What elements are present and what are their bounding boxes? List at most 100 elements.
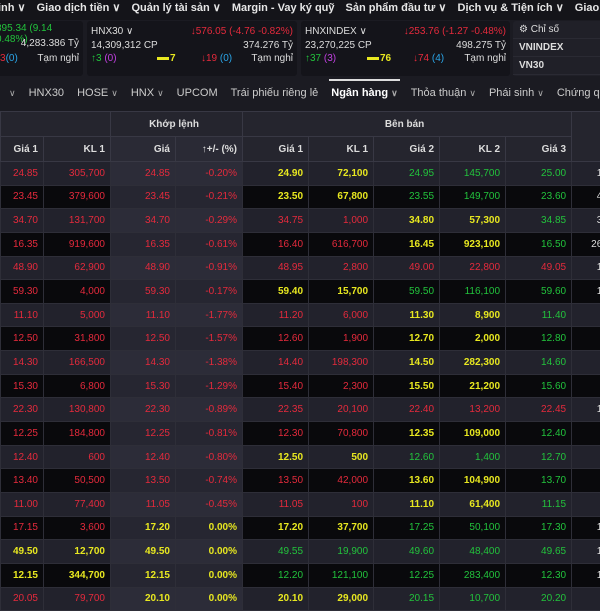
- cell: 11.15: [506, 492, 572, 516]
- cell: 10,700: [440, 587, 506, 611]
- index-name[interactable]: HNX30 ∨: [91, 26, 133, 37]
- cell: 24.85: [111, 162, 176, 186]
- table-row[interactable]: 23.45379,60023.45-0.21%23.5067,80023.551…: [1, 185, 600, 209]
- cell: 34.75: [243, 209, 309, 233]
- cell: 11.10: [1, 303, 44, 327]
- table-row[interactable]: 59.304,00059.30-0.17%59.4015,70059.50116…: [1, 280, 600, 304]
- table-row[interactable]: 16.35919,60016.35-0.61%16.40616,70016.45…: [1, 232, 600, 256]
- cell: [572, 327, 600, 351]
- index-option-vn30[interactable]: VN30: [513, 57, 600, 75]
- table-row[interactable]: 12.25184,80012.25-0.81%12.3070,80012.351…: [1, 422, 600, 446]
- cell: 15.30: [1, 374, 44, 398]
- tab-more[interactable]: ∨: [6, 79, 16, 108]
- table-row[interactable]: 11.0077,40011.05-0.45%11.0510011.1061,40…: [1, 492, 600, 516]
- tab-label: HNX: [131, 87, 154, 99]
- menu-item[interactable]: inh ∨: [0, 0, 26, 16]
- cell: 12.25: [374, 563, 440, 587]
- column-header[interactable]: Giá 3: [506, 137, 572, 162]
- cell: 130,800: [44, 398, 111, 422]
- tab-hose[interactable]: HOSE∨: [77, 79, 118, 108]
- cell: 500: [309, 445, 374, 469]
- index-option-vnindex[interactable]: VNINDEX: [513, 39, 600, 57]
- cell: 12.15: [1, 563, 44, 587]
- menu-item[interactable]: Giao dịch tiền ∨: [37, 0, 121, 16]
- index-panel-hnx30[interactable]: HNX30 ∨ ↓576.05 (-4.76 -0.82%) 14,309,31…: [87, 21, 297, 76]
- group-header-buy: [1, 112, 111, 137]
- column-header[interactable]: KL 1: [44, 137, 111, 162]
- column-header[interactable]: KL 2: [440, 137, 506, 162]
- tab-thỏa-thuận[interactable]: Thỏa thuận∨: [411, 79, 476, 108]
- cell: 72,100: [309, 162, 374, 186]
- cell: 0.00%: [176, 563, 243, 587]
- chevron-down-icon: ∨: [9, 88, 16, 98]
- cell: 13.70: [506, 469, 572, 493]
- menu-item[interactable]: Giao diện của tôi: [575, 0, 600, 16]
- cell: 1,: [572, 516, 600, 540]
- cell: 42,000: [309, 469, 374, 493]
- column-header[interactable]: Giá: [111, 137, 176, 162]
- table-row[interactable]: 24.85305,70024.85-0.20%24.9072,10024.951…: [1, 162, 600, 186]
- tab-chứng-quyề[interactable]: Chứng quyề: [557, 79, 600, 108]
- down-count: ↓74: [413, 53, 429, 64]
- index-name[interactable]: HNXINDEX ∨: [305, 26, 367, 37]
- cell: -0.80%: [176, 445, 243, 469]
- ref-count: 7: [170, 53, 176, 64]
- cell: 11.05: [111, 492, 176, 516]
- tab-phái-sinh[interactable]: Phái sinh∨: [489, 79, 544, 108]
- column-header[interactable]: Giá 1: [243, 137, 309, 162]
- cell: -0.20%: [176, 162, 243, 186]
- table-row[interactable]: 11.105,00011.10-1.77%11.206,00011.308,90…: [1, 303, 600, 327]
- cell: 11.00: [1, 492, 44, 516]
- column-header[interactable]: KL 1: [309, 137, 374, 162]
- tab-hnx30[interactable]: HNX30: [29, 79, 64, 108]
- table-row[interactable]: 22.30130,80022.30-0.89%22.3520,10022.401…: [1, 398, 600, 422]
- table-row[interactable]: 20.0579,70020.100.00%20.1029,00020.1510,…: [1, 587, 600, 611]
- cell: 20.15: [374, 587, 440, 611]
- cell: 3,600: [44, 516, 111, 540]
- menu-item[interactable]: Sản phẩm đầu tư ∨: [346, 0, 447, 16]
- table-row[interactable]: 49.5012,70049.500.00%49.5519,90049.6048,…: [1, 540, 600, 564]
- cell: 1,400: [440, 445, 506, 469]
- table-row[interactable]: 34.70131,70034.70-0.29%34.751,00034.8057…: [1, 209, 600, 233]
- cell: 12.60: [374, 445, 440, 469]
- group-header-matched: Khớp lệnh: [111, 112, 243, 137]
- index-selector-header[interactable]: ⚙ Chỉ số: [513, 21, 600, 39]
- cell: 17.30: [506, 516, 572, 540]
- cell: 13,200: [440, 398, 506, 422]
- cell: 2,300: [309, 374, 374, 398]
- table-row[interactable]: 13.4050,50013.50-0.74%13.5042,00013.6010…: [1, 469, 600, 493]
- table-row[interactable]: 12.15344,70012.150.00%12.20121,10012.252…: [1, 563, 600, 587]
- index-volume: 23,270,225 CP: [305, 40, 372, 51]
- tab-hnx[interactable]: HNX∨: [131, 79, 164, 108]
- tab-trái-phiếu-riêng-lẻ[interactable]: Trái phiếu riêng lẻ: [231, 79, 319, 108]
- cell: 19,900: [309, 540, 374, 564]
- column-header[interactable]: Giá 1: [1, 137, 44, 162]
- menu-item[interactable]: Margin - Vay ký quỹ: [232, 0, 335, 16]
- index-selector: ⚙ Chỉ số VNINDEX VN30: [513, 21, 600, 76]
- menu-item[interactable]: Dịch vụ & Tiện ích ∨: [458, 0, 564, 16]
- table-row[interactable]: 12.4060012.40-0.80%12.5050012.601,40012.…: [1, 445, 600, 469]
- cell: 22,800: [440, 256, 506, 280]
- cell: 1,: [572, 162, 600, 186]
- tab-upcom[interactable]: UPCOM: [177, 79, 218, 108]
- tab-ngân-hàng[interactable]: Ngân hàng∨: [331, 79, 397, 108]
- cell: 12.40: [1, 445, 44, 469]
- table-row[interactable]: 14.30166,50014.30-1.38%14.40198,30014.50…: [1, 351, 600, 375]
- tab-label: Ngân hàng: [331, 87, 388, 99]
- table-row[interactable]: 12.5031,80012.50-1.57%12.601,90012.702,0…: [1, 327, 600, 351]
- table-row[interactable]: 15.306,80015.30-1.29%15.402,30015.5021,2…: [1, 374, 600, 398]
- cell: 59.30: [111, 280, 176, 304]
- index-panel-hnxindex[interactable]: HNXINDEX ∨ ↓253.76 (-1.27 -0.48%) 23,270…: [301, 21, 510, 76]
- cell: 49.60: [374, 540, 440, 564]
- column-header[interactable]: ↑+/- (%): [176, 137, 243, 162]
- cell: 2,800: [309, 256, 374, 280]
- cell: 11.05: [243, 492, 309, 516]
- cell: 145,700: [440, 162, 506, 186]
- cell: 17.20: [243, 516, 309, 540]
- column-header[interactable]: Giá 2: [374, 137, 440, 162]
- table-row[interactable]: 48.9062,90048.90-0.91%48.952,80049.0022,…: [1, 256, 600, 280]
- menu-item[interactable]: Quản lý tài sản ∨: [131, 0, 220, 16]
- cell: -0.17%: [176, 280, 243, 304]
- index-panel-vnindex[interactable]: 895.34 (9.14 0.48%) 4,283.386 Tỷ 3(0) Tạ…: [0, 21, 83, 76]
- table-row[interactable]: 17.153,60017.200.00%17.2037,70017.2550,1…: [1, 516, 600, 540]
